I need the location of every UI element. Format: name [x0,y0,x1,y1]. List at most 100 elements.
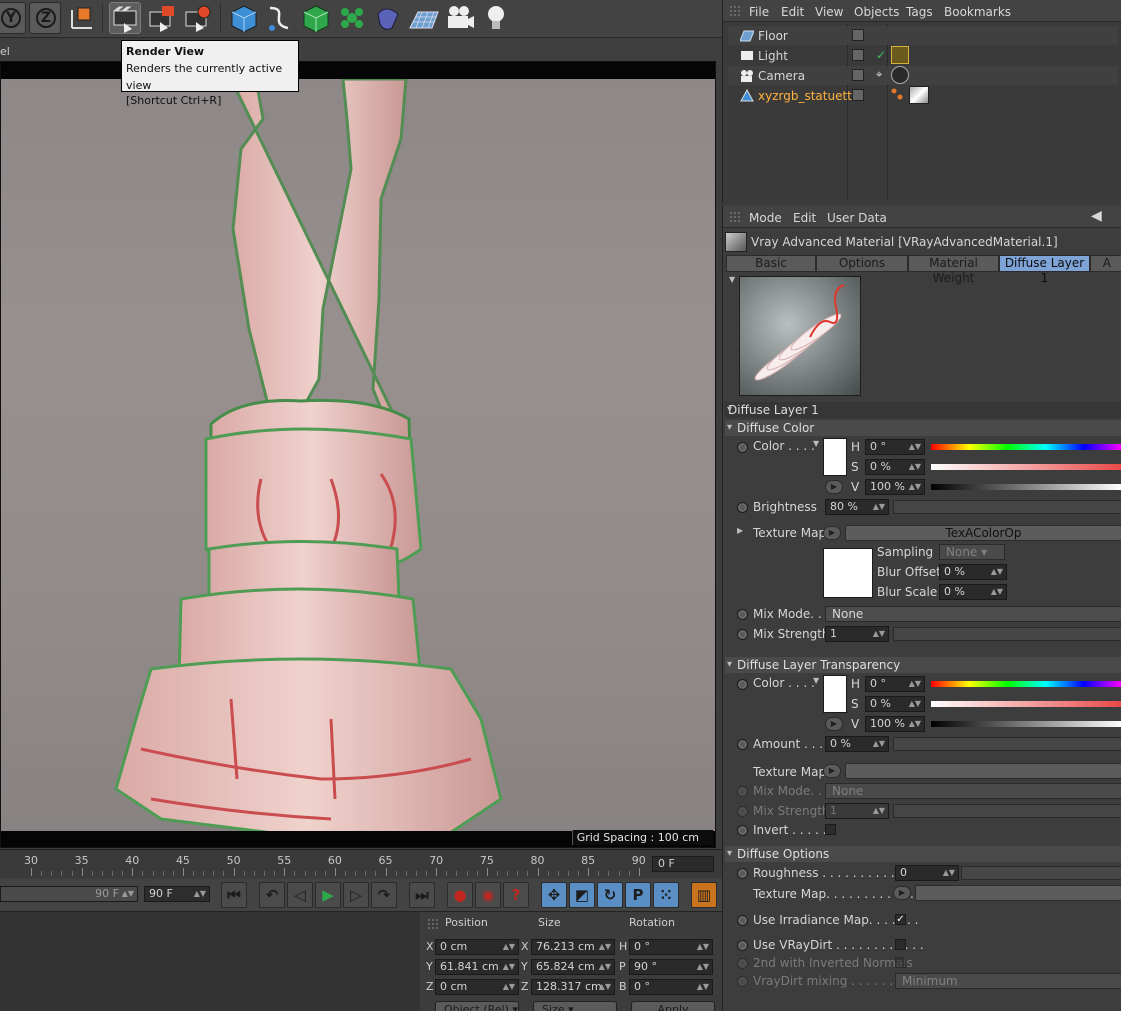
vraydirt-animation-radio[interactable] [737,940,748,951]
saturation-field[interactable]: 0 % ▲▼ [865,459,925,475]
render-view-button[interactable] [109,2,141,34]
transparency-hue-slider[interactable] [931,681,1121,687]
spline-button[interactable] [264,2,296,34]
roughness-texture-map-button[interactable] [915,885,1121,901]
back-arrow-icon[interactable]: ◀ [1091,208,1102,224]
go-to-end-button[interactable]: ⏭ [409,882,435,908]
rotation-field[interactable]: 90 ° ▲▼ [629,959,713,975]
record-point-level-button[interactable]: ⁙ [653,882,679,908]
roughness-animation-radio[interactable] [737,868,748,879]
keyframe-selection-button[interactable]: ? [503,882,529,908]
mix-strength-field[interactable]: 1 ▲▼ [825,626,889,642]
rotation-field[interactable]: 0 ° ▲▼ [629,979,713,995]
use-vraydirt-checkbox[interactable] [895,939,906,950]
tab-diffuse-layer-1[interactable]: Diffuse Layer 1 [999,255,1090,285]
y-axis-lock-button[interactable]: Y [0,2,26,34]
transparency-value-slider[interactable] [931,721,1121,727]
cube-button[interactable] [228,2,260,34]
sampling-dropdown[interactable]: None ▾ [939,544,1005,560]
color-animation-radio[interactable] [737,442,748,453]
hue-field[interactable]: 0 ° ▲▼ [865,439,925,455]
menu-attr-edit[interactable]: Edit [793,211,816,225]
subdivision-surface-button[interactable] [300,2,332,34]
object-row-light[interactable]: Light ✓ [728,46,1118,65]
hue-slider[interactable] [931,444,1121,450]
transparency-saturation-field[interactable]: 0 % ▲▼ [865,696,925,712]
record-position-button[interactable]: ✥ [541,882,567,908]
viewport[interactable]: Grid Spacing : 100 cm [0,61,716,848]
transparency-texture-options-button[interactable]: ▶ [823,764,841,778]
play-button[interactable]: ▶ [315,882,341,908]
light-button[interactable] [480,2,512,34]
mix-strength-animation-radio[interactable] [737,629,748,640]
mix-strength-slider[interactable] [893,627,1121,641]
transparency-value-field[interactable]: 100 % ▲▼ [865,716,925,732]
camera-target-tag-icon[interactable]: ⌖ [876,68,882,82]
next-frame-button[interactable]: ▷ [343,882,369,908]
timeline-ruler[interactable]: 30 35 40 45 50 55 60 65 70 75 80 85 90 [0,849,722,877]
section-diffuse-transparency[interactable]: Diffuse Layer Transparency [725,657,1121,673]
roughness-texture-options-button[interactable]: ▶ [893,886,911,900]
color-expand-icon[interactable]: ▼ [813,439,819,448]
menu-view[interactable]: View [815,5,843,19]
transparency-texture-map-button[interactable] [845,763,1121,779]
floor-button[interactable] [408,2,440,34]
previous-key-button[interactable]: ↶ [259,882,285,908]
saturation-slider[interactable] [931,464,1121,470]
light-enabled-check-icon[interactable]: ✓ [876,48,886,62]
position-field[interactable]: 0 cm ▲▼ [435,939,519,955]
amount-animation-radio[interactable] [737,739,748,750]
tab-options[interactable]: Options [816,255,908,272]
amount-field[interactable]: 0 % ▲▼ [825,736,889,752]
transparency-color-expand-icon[interactable]: ▼ [813,676,819,685]
section-diffuse-color[interactable]: Diffuse Color [725,420,1121,436]
z-axis-lock-button[interactable]: Z [29,2,61,34]
camera-protection-tag-icon[interactable] [891,66,909,84]
texture-map-options-button[interactable]: ▶ [823,526,841,540]
value-field[interactable]: 100 % ▲▼ [865,479,925,495]
menu-tags[interactable]: Tags [906,5,933,19]
roughness-field[interactable]: 0 ▲▼ [895,865,959,881]
object-row-floor[interactable]: Floor [728,26,1118,45]
end-frame-field[interactable]: 90 F ▲▼ [144,886,210,902]
brightness-slider[interactable] [893,500,1121,514]
blur-scale-field[interactable]: 0 % ▲▼ [939,584,1007,600]
record-rotation-button[interactable]: ↻ [597,882,623,908]
next-key-button[interactable]: ↷ [371,882,397,908]
blur-offset-field[interactable]: 0 % ▲▼ [939,564,1007,580]
color-options-button[interactable]: ▶ [825,480,843,494]
mix-mode-dropdown[interactable]: None [825,606,1121,622]
transparency-color-animation-radio[interactable] [737,679,748,690]
size-field[interactable]: 128.317 cm ▲▼ [531,979,615,995]
menu-user-data[interactable]: User Data [827,211,887,225]
preview-end-frame-field[interactable]: 90 F ▲▼ [0,886,138,902]
texture-map-expand-icon[interactable]: ▶ [737,526,743,535]
preview-collapse-icon[interactable]: ▼ [729,275,735,284]
diffuse-color-swatch[interactable] [823,438,847,476]
position-field[interactable]: 0 cm ▲▼ [435,979,519,995]
menu-edit[interactable]: Edit [781,5,804,19]
irradiance-animation-radio[interactable] [737,915,748,926]
object-row-statuette[interactable]: xyzrgb_statuette [728,86,1118,105]
mix-mode-animation-radio[interactable] [737,609,748,620]
menu-file[interactable]: File [749,5,769,19]
amount-slider[interactable] [893,737,1121,751]
current-frame-field[interactable]: 0 F [652,856,714,872]
tab-material-weight[interactable]: Material Weight [908,255,999,285]
menu-bookmarks[interactable]: Bookmarks [944,5,1011,19]
camera-button[interactable] [444,2,476,34]
roughness-slider[interactable] [961,866,1121,880]
autokey-button[interactable]: ◉ [475,882,501,908]
record-scale-button[interactable]: ◩ [569,882,595,908]
record-keys-button[interactable]: ● [447,882,473,908]
invert-checkbox[interactable] [825,824,836,835]
phong-tag-icon[interactable] [891,88,903,100]
cloner-button[interactable] [336,2,368,34]
scheme-settings-button[interactable]: ▥ [691,882,717,908]
material-preview[interactable] [739,276,861,396]
tab-basic[interactable]: Basic [726,255,816,272]
tab-more[interactable]: A [1090,255,1121,272]
go-to-start-button[interactable]: ⏮ [221,882,247,908]
coordinate-system-button[interactable] [66,2,98,34]
vray-light-tag-icon[interactable] [891,46,909,64]
